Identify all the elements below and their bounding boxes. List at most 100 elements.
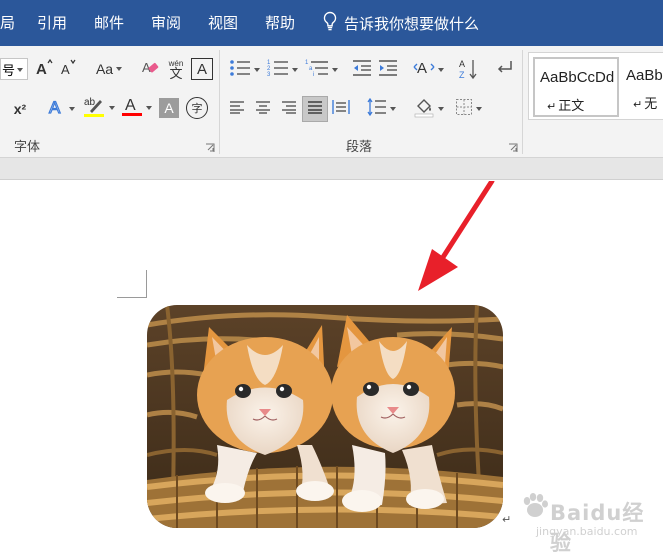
distributed-button[interactable]	[330, 98, 352, 120]
font-size-box[interactable]: 号	[0, 58, 28, 80]
svg-text:A: A	[459, 59, 465, 69]
chevron-down-icon	[108, 106, 115, 110]
text-effects-icon: A	[48, 97, 66, 122]
font-dialog-launcher[interactable]	[205, 140, 215, 152]
ruler	[0, 158, 663, 180]
character-border-label: A	[196, 60, 207, 78]
kittens-photo	[147, 305, 503, 528]
bullets-icon	[229, 58, 251, 83]
paint-bucket-icon	[413, 96, 435, 123]
change-case-label: Aa	[95, 61, 114, 77]
svg-text:ab: ab	[84, 97, 96, 108]
numbering-button[interactable]: 123	[264, 58, 300, 82]
watermark-url: jingyan.baidu.com	[536, 525, 638, 538]
highlighter-icon: ab	[82, 94, 106, 123]
style-no-spacing[interactable]: AaBbC ↵无	[621, 57, 663, 117]
shrink-font-icon: A	[59, 58, 77, 81]
tab-layout[interactable]: 局	[0, 0, 15, 46]
borders-button[interactable]	[450, 97, 486, 121]
justify-button[interactable]	[302, 96, 328, 122]
text-highlight-button[interactable]: ab	[80, 96, 116, 120]
tab-review[interactable]: 审阅	[151, 0, 181, 46]
change-case-button[interactable]: Aa	[92, 58, 126, 80]
font-color-icon: A	[121, 94, 143, 123]
group-separator	[522, 50, 523, 154]
sort-icon: AZ	[458, 58, 478, 83]
superscript-button[interactable]: x²	[10, 98, 30, 120]
chevron-down-icon	[116, 67, 123, 71]
style-normal[interactable]: AaBbCcDd ↵ 正文	[533, 57, 619, 117]
style-name: ↵ 正文	[547, 95, 584, 114]
tell-me-label: 告诉我你想要做什么	[344, 14, 480, 33]
font-group-label: 字体	[14, 140, 41, 155]
phonetic-char: 文	[169, 66, 183, 81]
svg-text:A: A	[61, 62, 70, 76]
asian-layout-icon: A	[413, 58, 435, 83]
chevron-down-icon	[437, 68, 444, 72]
ribbon-home: 号 A A Aa A wén 文 A x² A ab A A 字 字体 1 2 …	[0, 46, 663, 158]
line-spacing-button[interactable]	[364, 97, 398, 121]
line-spacing-icon	[366, 97, 387, 121]
svg-text:A: A	[36, 61, 47, 76]
enclose-characters-button[interactable]: 字	[186, 97, 208, 119]
paragraph-group-label: 段落	[346, 140, 373, 155]
decrease-indent-icon	[352, 59, 372, 82]
grow-font-icon: A	[35, 58, 53, 80]
phonetic-guide-button[interactable]: wén 文	[165, 57, 187, 81]
style-sample: AaBbC	[626, 67, 663, 84]
show-marks-button[interactable]	[494, 58, 516, 82]
tab-help[interactable]: 帮助	[265, 0, 295, 46]
bullets-button[interactable]	[226, 58, 262, 82]
align-right-button[interactable]	[278, 98, 300, 120]
styles-gallery: AaBbCcDd ↵正文 AaBbC ↵无	[528, 52, 663, 120]
text-effects-button[interactable]: A	[44, 97, 78, 122]
svg-text:A: A	[417, 60, 427, 77]
eraser-icon: A	[141, 57, 161, 82]
tell-me-search[interactable]: 告诉我你想要做什么	[322, 0, 479, 46]
character-shading-button[interactable]: A	[159, 98, 179, 118]
svg-text:A: A	[49, 98, 61, 117]
increase-indent-icon	[378, 59, 398, 82]
character-shading-label: A	[164, 100, 174, 116]
group-separator	[219, 50, 220, 154]
asian-layout-button[interactable]: A	[410, 58, 446, 82]
grow-font-button[interactable]: A	[34, 58, 54, 80]
font-color-button[interactable]: A	[118, 96, 154, 120]
shrink-font-button[interactable]: A	[58, 58, 78, 80]
decrease-indent-button[interactable]	[350, 58, 374, 82]
chevron-down-icon	[253, 68, 260, 72]
baidu-watermark: Baidu经验 jingyan.baidu.com	[520, 487, 660, 555]
chevron-down-icon	[68, 107, 75, 111]
paragraph-dialog-launcher[interactable]	[508, 140, 518, 152]
tab-mailings[interactable]: 邮件	[94, 0, 124, 46]
chevron-down-icon	[389, 107, 396, 111]
chevron-down-icon	[145, 106, 152, 110]
paw-icon	[520, 491, 550, 526]
character-border-button[interactable]: A	[191, 58, 213, 80]
chevron-down-icon	[437, 107, 444, 111]
numbering-icon: 123	[267, 58, 289, 83]
svg-text:i: i	[313, 72, 314, 78]
multilevel-list-icon: 1ai	[305, 58, 329, 83]
borders-icon	[455, 98, 473, 121]
align-left-button[interactable]	[226, 98, 248, 120]
multilevel-list-button[interactable]: 1ai	[302, 58, 340, 82]
font-size-value: 号	[2, 62, 16, 78]
chevron-down-icon	[331, 68, 338, 72]
paragraph-mark-icon	[496, 59, 514, 82]
align-justify-icon	[307, 100, 323, 119]
clear-formatting-button[interactable]: A	[139, 58, 163, 80]
chevron-down-icon	[475, 107, 482, 111]
shading-button[interactable]	[410, 96, 446, 122]
style-name: ↵ 无	[633, 93, 657, 112]
chevron-down-icon	[291, 68, 298, 72]
enclose-char: 字	[191, 103, 203, 115]
tab-view[interactable]: 视图	[208, 0, 238, 46]
red-arrow-annotation	[418, 181, 495, 291]
increase-indent-button[interactable]	[376, 58, 400, 82]
center-button[interactable]	[252, 98, 274, 120]
style-name-text: 无	[644, 97, 658, 112]
sort-button[interactable]: AZ	[456, 58, 480, 82]
tab-references[interactable]: 引用	[37, 0, 67, 46]
kittens-picture[interactable]	[147, 305, 503, 528]
